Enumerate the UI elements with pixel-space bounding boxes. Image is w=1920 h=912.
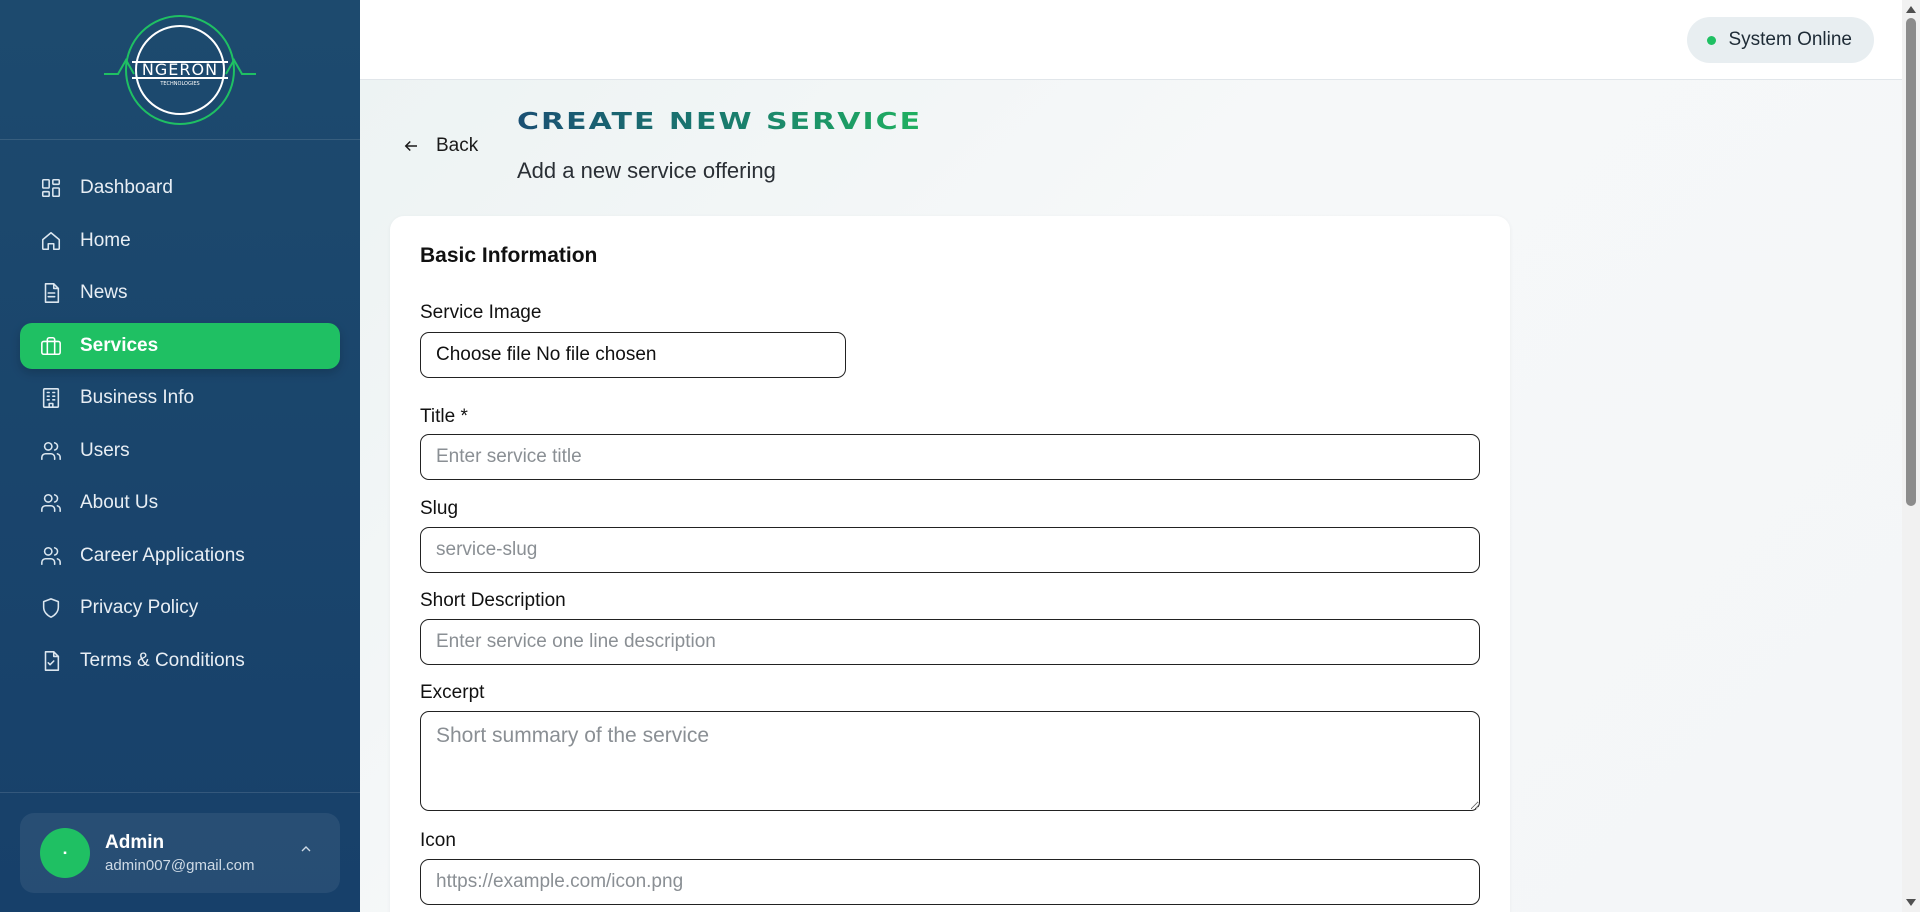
page-scrollbar[interactable] [1902, 0, 1920, 912]
service-image-label: Service Image [420, 302, 542, 323]
avatar: ▪ [40, 828, 90, 878]
back-button[interactable]: Back [402, 135, 478, 157]
main-content: Back Create New Service Add a new servic… [360, 80, 1902, 912]
scrollbar-thumb[interactable] [1906, 18, 1916, 506]
user-menu[interactable]: ▪ Admin admin007@gmail.com [20, 813, 340, 893]
page-title: Create New Service [517, 108, 923, 136]
dashboard-icon [40, 177, 62, 199]
sidebar-item-services[interactable]: Services [20, 322, 340, 369]
sidebar-item-label: Home [80, 229, 131, 251]
sidebar-item-label: Services [80, 334, 159, 356]
excerpt-label: Excerpt [420, 682, 485, 703]
user-name: Admin [105, 832, 165, 853]
sidebar-item-home[interactable]: Home [20, 218, 340, 264]
briefcase-icon [40, 335, 62, 357]
choose-file-button[interactable]: Choose file [436, 344, 531, 366]
arrow-left-icon [404, 140, 417, 152]
users-icon [40, 492, 62, 514]
sidebar-item-users[interactable]: Users [20, 428, 340, 474]
sidebar-item-terms-conditions[interactable]: Terms & Conditions [20, 638, 340, 684]
icon-label: Icon [420, 830, 456, 851]
sidebar-item-label: Business Info [80, 387, 195, 408]
service-image-file-input[interactable]: Choose file No file chosen [420, 332, 846, 378]
sidebar-footer: ▪ Admin admin007@gmail.com [0, 792, 360, 912]
home-icon [40, 230, 62, 252]
sidebar-item-dashboard[interactable]: Dashboard [20, 165, 340, 211]
excerpt-textarea[interactable] [420, 711, 1480, 811]
top-header: System Online [360, 0, 1902, 80]
user-email: admin007@gmail.com [105, 857, 255, 874]
sidebar-item-label: About Us [80, 492, 159, 513]
short-description-input[interactable] [420, 619, 1480, 665]
sidebar: NGERON TECHNOLOGIES Dashboard Home News … [0, 0, 360, 912]
user-info: Admin admin007@gmail.com [105, 832, 254, 874]
form-card: Basic Information Service Image Choose f… [390, 216, 1510, 912]
sidebar-item-career-applications[interactable]: Career Applications [20, 533, 340, 579]
sidebar-item-business-info[interactable]: Business Info [20, 375, 340, 421]
icon-url-input[interactable] [420, 859, 1480, 905]
svg-text:NGERON: NGERON [142, 60, 218, 79]
sidebar-item-label: Privacy Policy [80, 597, 199, 618]
logo-area: NGERON TECHNOLOGIES [0, 0, 360, 140]
company-logo[interactable]: NGERON TECHNOLOGIES [100, 10, 260, 130]
building-icon [40, 387, 62, 409]
sidebar-item-about-us[interactable]: About Us [20, 480, 340, 526]
status-text: System Online [1728, 29, 1852, 50]
status-dot-icon [1707, 35, 1717, 45]
file-status: No file chosen [536, 344, 657, 365]
title-input[interactable] [420, 434, 1480, 480]
sidebar-item-label: Terms & Conditions [80, 649, 245, 671]
sidebar-item-label: Users [80, 439, 130, 461]
status-badge: System Online [1687, 17, 1874, 63]
scroll-down-arrow-icon[interactable] [1906, 899, 1916, 906]
news-icon [40, 282, 62, 304]
slug-label: Slug [420, 498, 459, 519]
sidebar-nav: Dashboard Home News Services Business In… [0, 140, 360, 684]
page-subtitle: Add a new service offering [517, 158, 776, 183]
svg-text:TECHNOLOGIES: TECHNOLOGIES [159, 81, 199, 87]
file-check-icon [40, 650, 62, 672]
slug-input[interactable] [420, 527, 1480, 573]
short-description-label: Short Description [420, 590, 566, 611]
shield-icon [40, 597, 62, 619]
scroll-up-arrow-icon[interactable] [1906, 6, 1916, 13]
back-label: Back [436, 135, 479, 156]
sidebar-item-label: Dashboard [80, 177, 173, 198]
sidebar-item-label: News [80, 282, 128, 303]
sidebar-item-label: Career Applications [80, 544, 245, 566]
sidebar-item-news[interactable]: News [20, 270, 340, 316]
users-icon [40, 545, 62, 567]
title-label: Title * [420, 406, 468, 427]
sidebar-item-privacy-policy[interactable]: Privacy Policy [20, 585, 340, 631]
users-icon [40, 440, 62, 462]
chevron-up-icon[interactable] [298, 841, 318, 861]
section-title: Basic Information [420, 244, 598, 267]
